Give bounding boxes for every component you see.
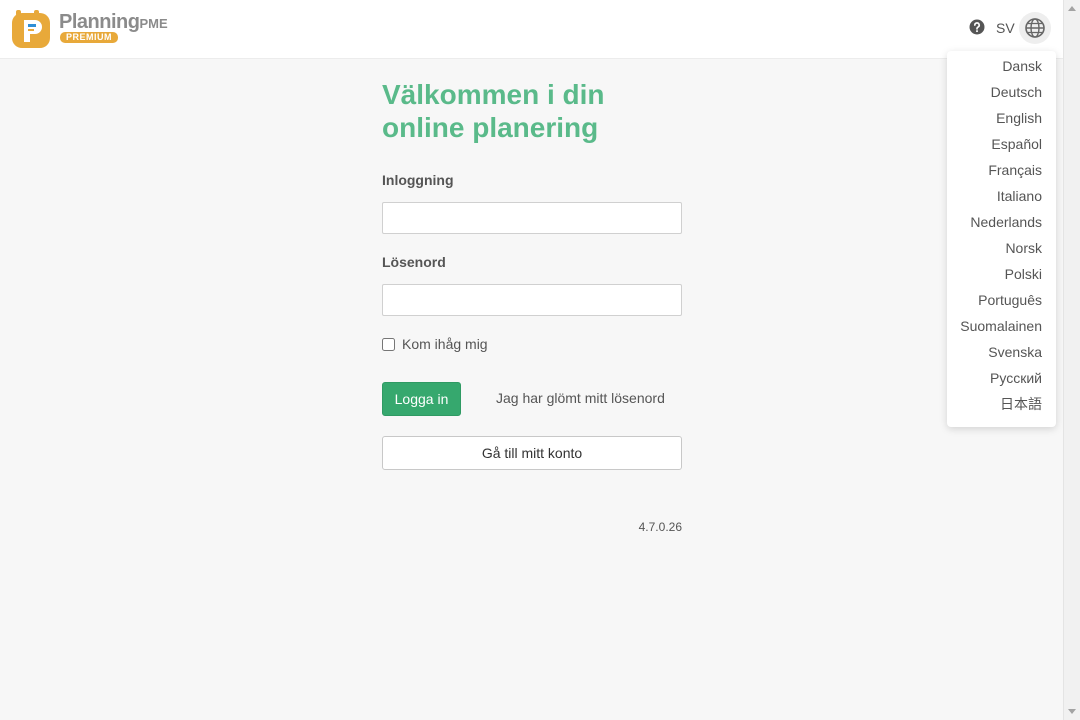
login-form: Välkommen i din online planering Inloggn… xyxy=(382,78,682,534)
current-language-code[interactable]: SV xyxy=(996,20,1015,36)
password-label: Lösenord xyxy=(382,254,446,270)
logo-word-main: Planning xyxy=(59,11,140,33)
language-option-svenska[interactable]: Svenska xyxy=(947,341,1056,367)
scroll-up-arrow-icon[interactable] xyxy=(1068,6,1076,11)
language-option-russian[interactable]: Русский xyxy=(947,367,1056,393)
language-switch-button[interactable] xyxy=(1019,12,1051,44)
help-icon[interactable] xyxy=(969,19,985,35)
language-option-norsk[interactable]: Norsk xyxy=(947,237,1056,263)
language-option-italiano[interactable]: Italiano xyxy=(947,185,1056,211)
language-option-portugues[interactable]: Português xyxy=(947,289,1056,315)
logo-word-suffix: PME xyxy=(139,16,168,31)
language-option-english[interactable]: English xyxy=(947,107,1056,133)
language-option-suomalainen[interactable]: Suomalainen xyxy=(947,315,1056,341)
planningpme-logo-icon xyxy=(12,10,50,48)
planningpme-logo[interactable]: PlanningPME PREMIUM xyxy=(12,7,172,49)
version-number: 4.7.0.26 xyxy=(638,520,682,534)
remember-me-checkbox[interactable] xyxy=(382,338,395,351)
language-option-japanese[interactable]: 日本語 xyxy=(947,393,1056,419)
premium-badge: PREMIUM xyxy=(60,32,118,43)
forgot-password-link[interactable]: Jag har glömt mitt lösenord xyxy=(496,390,665,406)
username-label: Inloggning xyxy=(382,172,454,188)
top-bar: PlanningPME PREMIUM SV xyxy=(0,0,1063,59)
language-dropdown-menu: Dansk Deutsch English Español Français I… xyxy=(947,51,1056,427)
welcome-title: Välkommen i din online planering xyxy=(382,78,682,144)
scroll-down-arrow-icon[interactable] xyxy=(1068,709,1076,714)
language-option-nederlands[interactable]: Nederlands xyxy=(947,211,1056,237)
page-scrollbar[interactable] xyxy=(1063,0,1080,720)
go-to-account-button[interactable]: Gå till mitt konto xyxy=(382,436,682,470)
remember-me-label: Kom ihåg mig xyxy=(402,336,488,352)
logo-wordmark: PlanningPME xyxy=(59,11,168,34)
username-input[interactable] xyxy=(382,202,682,234)
language-option-deutsch[interactable]: Deutsch xyxy=(947,81,1056,107)
language-option-dansk[interactable]: Dansk xyxy=(947,55,1056,81)
language-option-espanol[interactable]: Español xyxy=(947,133,1056,159)
login-button[interactable]: Logga in xyxy=(382,382,461,416)
language-option-polski[interactable]: Polski xyxy=(947,263,1056,289)
welcome-title-line2: online planering xyxy=(382,112,599,143)
language-option-francais[interactable]: Français xyxy=(947,159,1056,185)
globe-icon xyxy=(1025,18,1045,38)
welcome-title-line1: Välkommen i din xyxy=(382,79,605,110)
password-input[interactable] xyxy=(382,284,682,316)
